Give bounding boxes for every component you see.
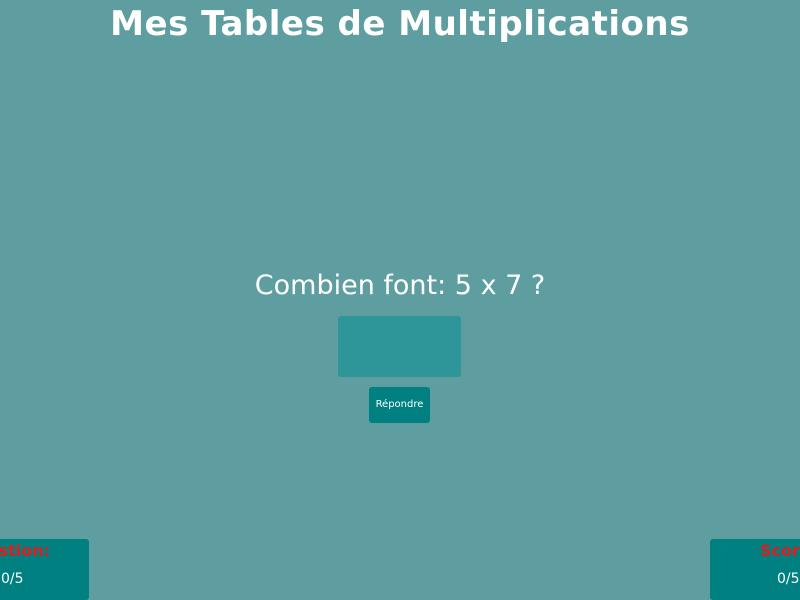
question-counter-value: 0/5 <box>1 571 24 587</box>
submit-answer-button[interactable]: Répondre <box>369 387 430 423</box>
question-counter-panel: Question: 0/5 <box>0 539 89 600</box>
score-value: 0/5 <box>777 571 800 587</box>
page-title: Mes Tables de Multiplications <box>110 4 690 44</box>
question-counter-label: Question: <box>0 541 50 560</box>
question-text: Combien font: 5 x 7 ? <box>254 270 546 301</box>
score-label: Score: <box>760 541 800 560</box>
page: Mes Tables de Multiplications Combien fo… <box>0 0 800 600</box>
answer-input[interactable] <box>338 316 461 377</box>
score-panel: Score: 0/5 <box>710 539 800 600</box>
